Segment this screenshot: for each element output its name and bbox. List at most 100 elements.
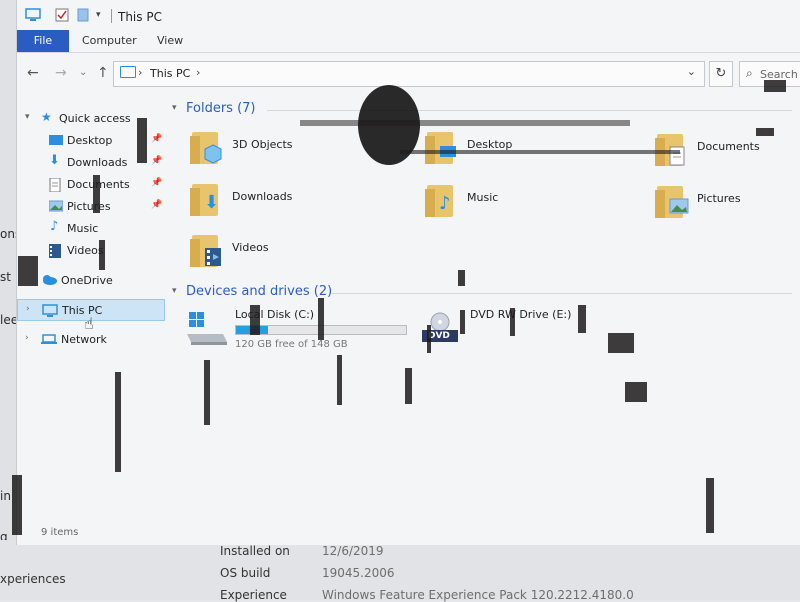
drive-tile-c[interactable]: Local Disk (C:) 120 GB free of 148 GB [187, 308, 417, 354]
screen-artifact [510, 308, 515, 336]
screen-artifact [405, 368, 412, 404]
dvd-label: DVD [428, 331, 450, 341]
screen-artifact [460, 310, 465, 334]
screen-artifact [93, 175, 100, 213]
chevron-right-icon[interactable]: › [25, 333, 29, 343]
divider [111, 9, 112, 23]
chevron-right-icon[interactable]: › [26, 304, 30, 314]
music-icon: ♪ [439, 193, 451, 214]
pictures-icon [48, 200, 64, 214]
screen-artifact [337, 355, 342, 405]
ribbon-tabs: File Computer View [17, 30, 800, 53]
screen-artifact [578, 305, 586, 333]
background-fragment: in [0, 489, 11, 503]
pc-icon [42, 304, 58, 318]
windows-drive-icon [187, 312, 227, 349]
os-build-value: 19045.2006 [322, 566, 395, 580]
installed-on-value: 12/6/2019 [322, 544, 384, 558]
screen-artifact [115, 372, 121, 472]
search-icon: ⌕ [746, 66, 753, 80]
sidebar-item-documents[interactable]: Documents 📌 [17, 174, 165, 196]
address-bar[interactable]: › This PC › ⌄ [113, 61, 705, 87]
videos-icon [49, 244, 63, 258]
customize-toolbar-icon[interactable]: ▾ [96, 10, 101, 20]
tab-computer[interactable]: Computer [72, 30, 147, 52]
download-icon: ⬇ [49, 153, 60, 168]
sidebar-item-music[interactable]: ♪ Music [17, 218, 165, 240]
properties-icon[interactable] [55, 8, 69, 25]
tab-view[interactable]: View [147, 30, 193, 52]
refresh-button[interactable]: ↻ [709, 61, 733, 87]
download-icon: ⬇ [204, 192, 220, 213]
folder-label: Downloads [232, 190, 293, 203]
chevron-down-icon[interactable]: ▾ [172, 103, 177, 113]
folder-label: Documents [697, 140, 760, 153]
chevron-right-icon[interactable]: › [196, 66, 200, 79]
screen-artifact [12, 475, 22, 535]
back-button[interactable]: ← [27, 65, 39, 81]
drive-label: Local Disk (C:) [235, 308, 315, 321]
pin-icon: 📌 [151, 134, 163, 144]
pin-icon: 📌 [151, 178, 163, 188]
navigation-pane: ▾ ★ Quick access Desktop 📌 ⬇ Downloads 📌… [17, 100, 167, 520]
installed-on-label: Installed on [220, 544, 290, 558]
screen-artifact [204, 360, 210, 425]
folder-label: 3D Objects [232, 138, 293, 151]
sidebar-item-label: This PC [62, 304, 103, 317]
address-history-dropdown[interactable]: ⌄ [687, 65, 696, 78]
chevron-down-icon[interactable]: ▾ [172, 286, 177, 296]
address-row: ← → ⌄ ↑ › This PC › ⌄ ↻ ⌕ Search [17, 55, 800, 91]
up-button[interactable]: ↑ [97, 65, 109, 81]
videos-icon [204, 247, 222, 267]
pin-icon: 📌 [151, 200, 163, 210]
background-settings-panel: Installed on 12/6/2019 OS build 19045.20… [0, 540, 800, 602]
forward-button[interactable]: → [55, 65, 67, 81]
star-icon: ★ [41, 110, 52, 124]
new-folder-icon[interactable] [77, 8, 89, 25]
folder-tile[interactable]: Videos [190, 233, 392, 279]
file-explorer-window: ▾ This PC File Computer View ← → ⌄ ↑ › T… [16, 0, 800, 545]
sidebar-item-onedrive[interactable]: OneDrive [17, 270, 165, 292]
os-build-label: OS build [220, 566, 271, 580]
status-bar-item-count: 9 items [41, 527, 79, 538]
cube-icon [204, 144, 222, 164]
folder-tile[interactable]: ♪ Music [425, 183, 627, 229]
documents-icon [49, 177, 63, 193]
drive-free-space: 120 GB free of 148 GB [235, 339, 348, 350]
drive-tile-e[interactable]: DVD DVD RW Drive (E:) [422, 308, 622, 354]
screen-artifact [756, 128, 774, 136]
folder-tile[interactable]: ⬇ Downloads [190, 182, 392, 228]
folder-label: Videos [232, 241, 269, 254]
breadcrumb-this-pc[interactable]: This PC [150, 67, 190, 80]
chevron-down-icon[interactable]: ▾ [25, 112, 30, 122]
screen-artifact [18, 256, 38, 286]
screen-artifact [318, 298, 324, 340]
desktop-icon [49, 134, 63, 148]
drives-group-title: Devices and drives (2) [186, 284, 333, 299]
recent-locations-button[interactable]: ⌄ [79, 67, 87, 78]
screen-artifact [458, 270, 465, 286]
pin-icon: 📌 [151, 156, 163, 166]
cloud-icon [41, 274, 57, 288]
sidebar-item-label: Network [61, 333, 107, 346]
desktop-icon [439, 144, 457, 164]
window-title: This PC [118, 10, 162, 24]
divider [267, 110, 792, 111]
folder-tile[interactable]: Documents [655, 132, 797, 178]
screen-artifact [300, 120, 630, 126]
sidebar-item-videos[interactable]: Videos [17, 240, 165, 262]
screen-artifact [427, 325, 431, 353]
drive-label: DVD RW Drive (E:) [470, 308, 572, 321]
screen-artifact [99, 240, 105, 270]
sidebar-item-pictures[interactable]: Pictures 📌 [17, 196, 165, 218]
documents-icon [669, 146, 687, 166]
tab-file[interactable]: File [17, 30, 69, 52]
drives-group-header[interactable]: ▾ Devices and drives (2) [172, 284, 792, 304]
folder-tile[interactable]: Pictures [655, 184, 797, 230]
sidebar-item-label: Music [67, 222, 99, 235]
screen-artifact [400, 150, 680, 154]
sidebar-item-label: Quick access [59, 112, 131, 125]
folders-group-header[interactable]: ▾ Folders (7) [172, 101, 792, 121]
folder-label: Pictures [697, 192, 741, 205]
sidebar-item-label: Pictures [67, 200, 111, 213]
